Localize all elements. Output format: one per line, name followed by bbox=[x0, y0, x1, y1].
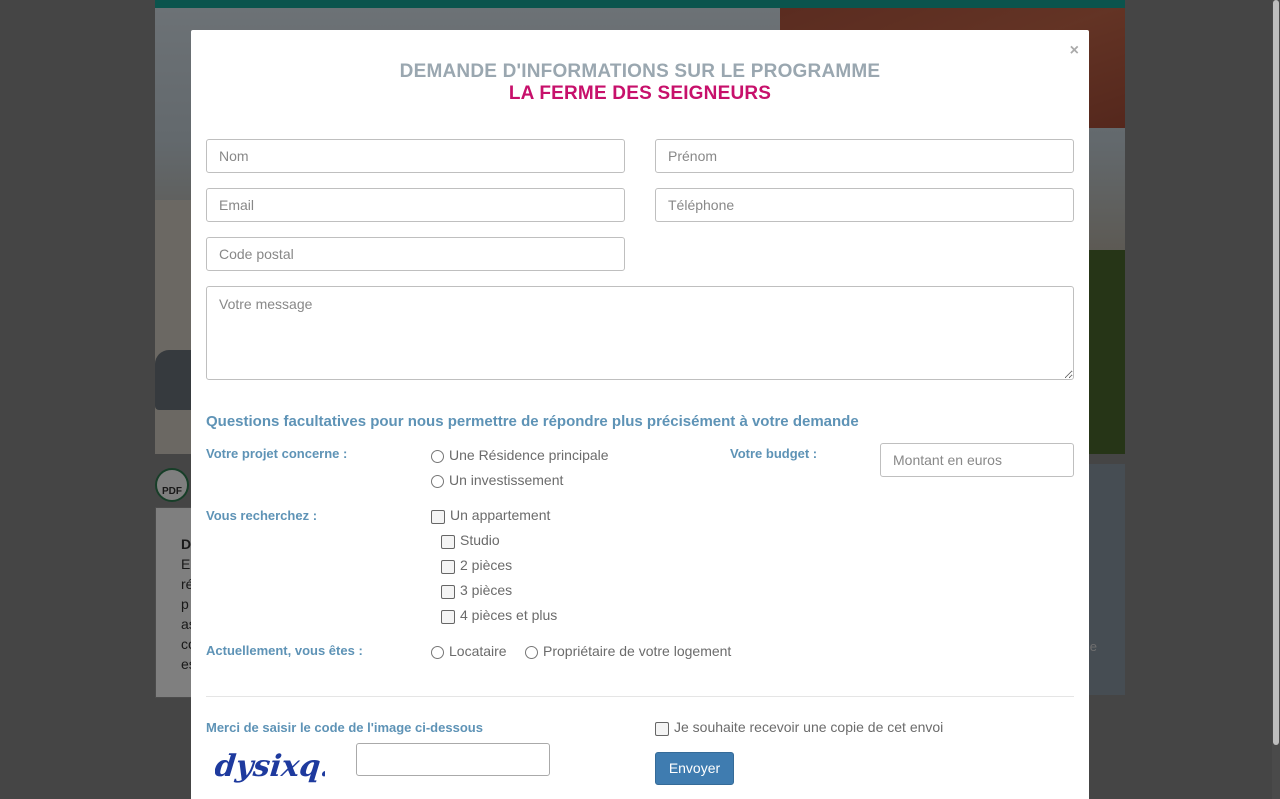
option-label: Une Résidence principale bbox=[449, 446, 609, 463]
proprietaire-option[interactable]: Propriétaire de votre logement bbox=[525, 642, 731, 659]
captcha-input[interactable] bbox=[356, 743, 550, 776]
3-pieces-checkbox[interactable] bbox=[441, 585, 455, 599]
copy-option[interactable]: Je souhaite recevoir une copie de cet en… bbox=[655, 718, 943, 736]
4-pieces-checkbox[interactable] bbox=[441, 610, 455, 624]
option-label: Je souhaite recevoir une copie de cet en… bbox=[674, 719, 944, 735]
3-pieces-option[interactable]: 3 pièces bbox=[441, 581, 512, 599]
code-postal-input[interactable] bbox=[206, 237, 625, 271]
option-label: Un investissement bbox=[449, 471, 564, 488]
message-textarea[interactable] bbox=[206, 286, 1074, 380]
option-label: Locataire bbox=[449, 642, 507, 659]
option-label: 4 pièces et plus bbox=[460, 607, 558, 623]
close-icon[interactable]: × bbox=[1070, 42, 1079, 60]
2-pieces-checkbox[interactable] bbox=[441, 560, 455, 574]
investissement-option[interactable]: Un investissement bbox=[431, 471, 563, 488]
studio-option[interactable]: Studio bbox=[441, 531, 500, 549]
captcha-text: dysixq.t bbox=[215, 749, 325, 784]
residence-principale-radio[interactable] bbox=[431, 450, 444, 463]
2-pieces-option[interactable]: 2 pièces bbox=[441, 556, 512, 574]
telephone-input[interactable] bbox=[655, 188, 1074, 222]
proprietaire-radio[interactable] bbox=[525, 646, 538, 659]
appartement-checkbox[interactable] bbox=[431, 510, 445, 524]
envoyer-button[interactable]: Envoyer bbox=[655, 752, 734, 785]
budget-label: Votre budget : bbox=[730, 446, 818, 461]
locataire-radio[interactable] bbox=[431, 646, 444, 659]
copy-checkbox[interactable] bbox=[655, 722, 669, 736]
recherche-label: Vous recherchez : bbox=[206, 508, 318, 523]
option-label: Studio bbox=[460, 532, 500, 548]
option-label: 2 pièces bbox=[460, 557, 513, 573]
prenom-input[interactable] bbox=[655, 139, 1074, 173]
email-input[interactable] bbox=[206, 188, 625, 222]
divider bbox=[206, 696, 1074, 697]
captcha-label: Merci de saisir le code de l'image ci-de… bbox=[206, 720, 483, 735]
option-label: 3 pièces bbox=[460, 582, 513, 598]
investissement-radio[interactable] bbox=[431, 475, 444, 488]
statut-label: Actuellement, vous êtes : bbox=[206, 643, 363, 658]
optional-questions-title: Questions facultatives pour nous permett… bbox=[206, 413, 859, 430]
residence-principale-option[interactable]: Une Résidence principale bbox=[431, 446, 609, 463]
captcha-image: dysixq.t bbox=[215, 749, 325, 784]
option-label: Propriétaire de votre logement bbox=[543, 642, 732, 659]
4-pieces-option[interactable]: 4 pièces et plus bbox=[441, 606, 557, 624]
modal-title: DEMANDE D'INFORMATIONS SUR LE PROGRAMME bbox=[399, 61, 881, 82]
info-request-modal: × DEMANDE D'INFORMATIONS SUR LE PROGRAMM… bbox=[191, 30, 1089, 799]
option-label: Un appartement bbox=[450, 507, 551, 523]
locataire-option[interactable]: Locataire bbox=[431, 642, 507, 659]
budget-input[interactable] bbox=[880, 443, 1074, 477]
projet-label: Votre projet concerne : bbox=[206, 446, 348, 461]
appartement-option[interactable]: Un appartement bbox=[431, 506, 550, 524]
program-name: LA FERME DES SEIGNEURS bbox=[508, 83, 772, 104]
page-scrollbar[interactable] bbox=[1272, 0, 1280, 799]
studio-checkbox[interactable] bbox=[441, 535, 455, 549]
nom-input[interactable] bbox=[206, 139, 625, 173]
scrollbar-thumb[interactable] bbox=[1273, 0, 1279, 745]
